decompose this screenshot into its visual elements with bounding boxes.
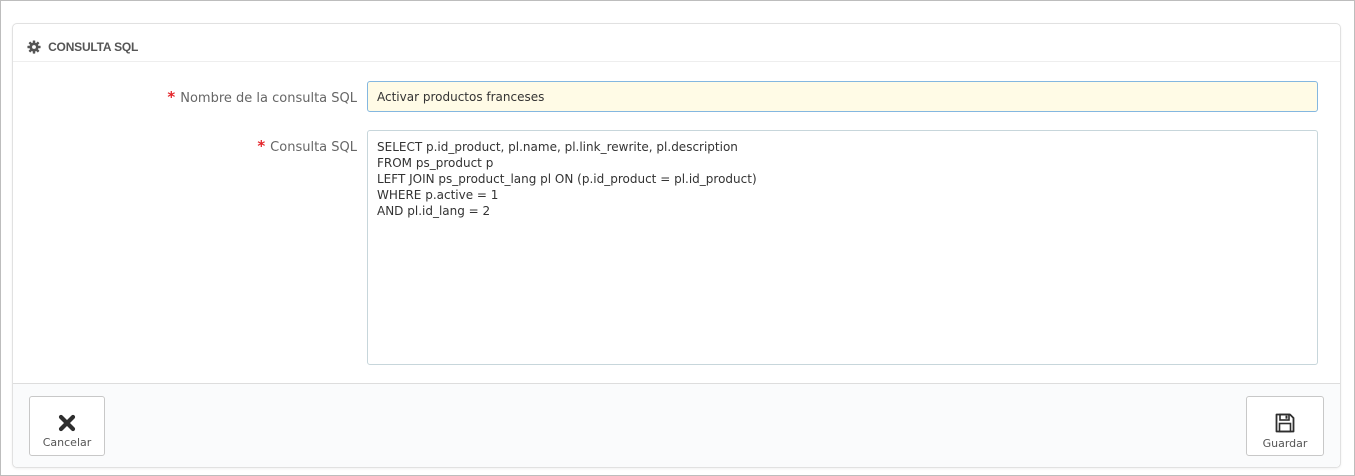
- gear-icon: [27, 39, 41, 54]
- cancel-button-label: Cancelar: [42, 436, 92, 449]
- panel-title: CONSULTA SQL: [48, 39, 139, 54]
- sql-query-panel: CONSULTA SQL * Nombre de la consulta SQL …: [12, 23, 1341, 468]
- floppy-disk-icon: [1275, 413, 1295, 433]
- required-marker: *: [257, 137, 266, 155]
- query-name-label-text: Nombre de la consulta SQL: [180, 91, 357, 106]
- sql-query-label-text: Consulta SQL: [270, 140, 357, 155]
- sql-query-textarea[interactable]: SELECT p.id_product, pl.name, pl.link_re…: [367, 130, 1318, 365]
- panel-heading: CONSULTA SQL: [13, 24, 1340, 62]
- required-marker: *: [167, 88, 176, 106]
- page-frame: CONSULTA SQL * Nombre de la consulta SQL …: [0, 0, 1355, 476]
- sql-query-label: * Consulta SQL: [113, 137, 357, 155]
- panel-footer: Cancelar Guardar: [13, 383, 1340, 467]
- save-button-label: Guardar: [1262, 437, 1308, 450]
- cancel-button[interactable]: Cancelar: [29, 396, 105, 456]
- close-icon: [58, 414, 76, 432]
- query-name-label: * Nombre de la consulta SQL: [113, 88, 357, 106]
- save-button[interactable]: Guardar: [1246, 396, 1324, 456]
- query-name-input[interactable]: [367, 81, 1318, 112]
